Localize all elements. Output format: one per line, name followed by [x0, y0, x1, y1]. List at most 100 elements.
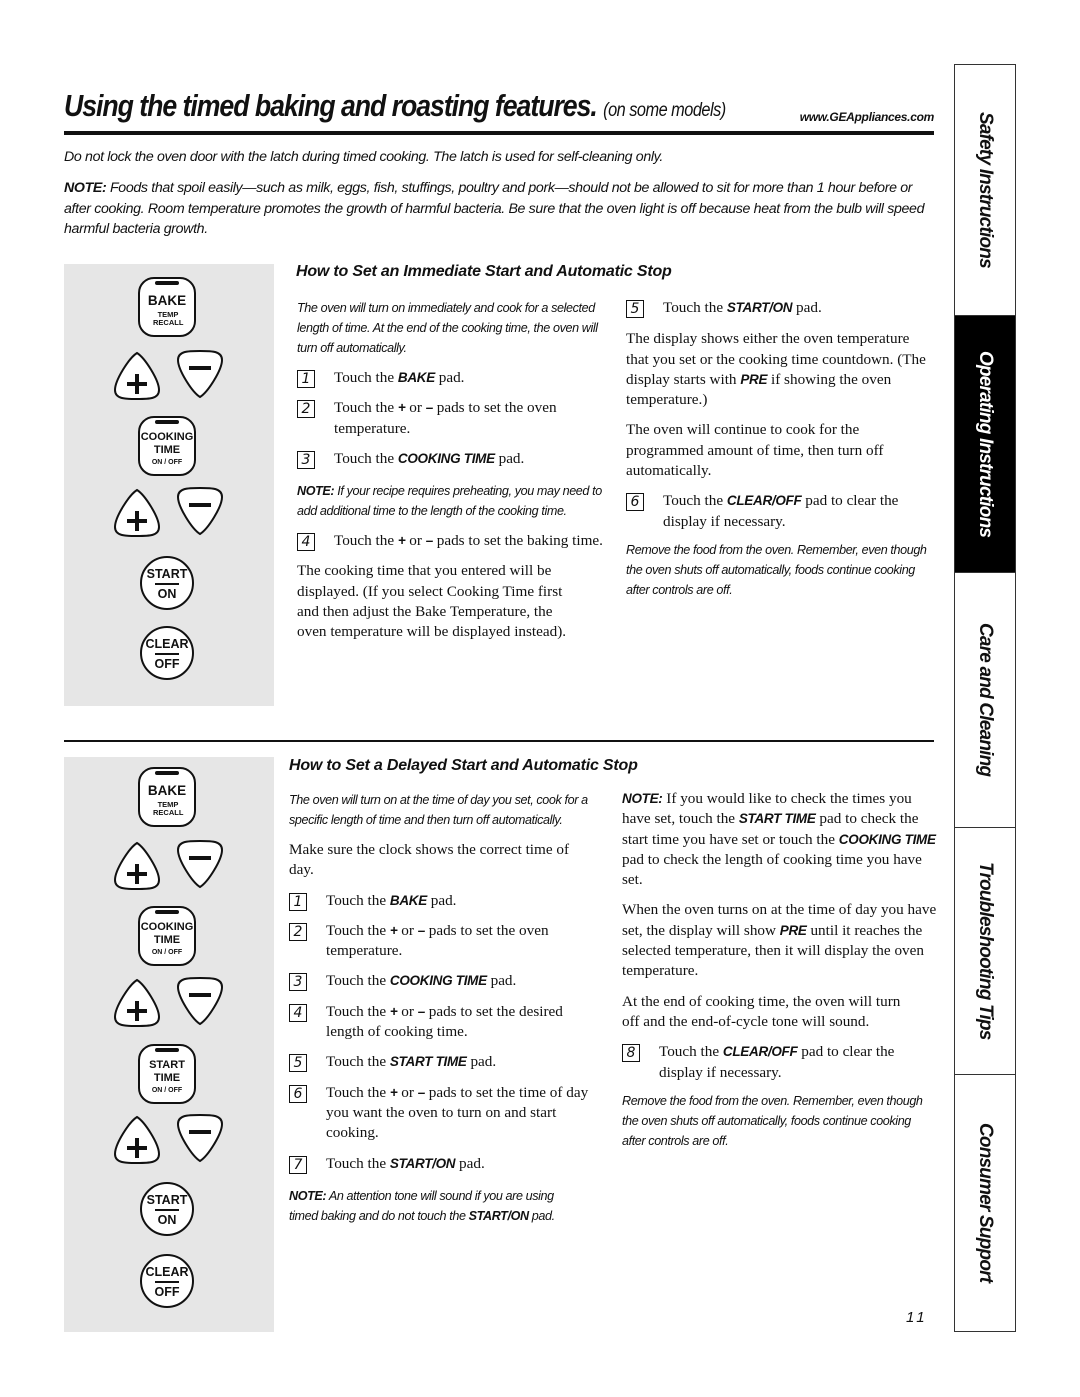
step-number: 6 — [289, 1084, 307, 1103]
cooking-time-key-label: COOKING TIME — [140, 921, 194, 946]
page-number: 11 — [906, 1309, 928, 1326]
section2-clock-text: Make sure the clock shows the correct ti… — [289, 841, 570, 879]
start-on-key[interactable]: START ON — [140, 1182, 194, 1236]
page-title: Using the timed baking and roasting feat… — [64, 88, 726, 124]
tab-label: Operating Instructions — [975, 350, 996, 538]
key-divider — [155, 653, 179, 655]
step-6: 6 Touch the + or – pads to set the time o… — [289, 1083, 604, 1144]
minus-key[interactable] — [174, 348, 226, 400]
tab-label: Troubleshooting Tips — [975, 862, 996, 1040]
latch-warning: Do not lock the oven door with the latch… — [64, 149, 663, 165]
note-label: NOTE: — [64, 180, 107, 196]
tab-care-and-cleaning[interactable]: Care and Cleaning — [955, 573, 1015, 828]
step-5: 5 Touch the START TIME pad. — [289, 1052, 604, 1073]
page-header: Using the timed baking and roasting feat… — [64, 88, 934, 130]
section2-turn-on-text: When the oven turns on at the time of da… — [622, 901, 937, 980]
step-1: 1 Touch the BAKE pad. — [297, 368, 607, 388]
tab-label: Care and Cleaning — [975, 623, 996, 777]
bake-key[interactable]: BAKE TEMP RECALL — [138, 277, 196, 337]
step-7: 7 Touch the START/ON pad. — [289, 1154, 604, 1174]
plus-key[interactable] — [111, 350, 163, 402]
section2-remove-food: Remove the food from the oven. Remember,… — [622, 1093, 923, 1148]
section2-attention-note: NOTE: An attention tone will sound if yo… — [289, 1188, 555, 1223]
cooking-time-key-label: COOKING TIME — [140, 431, 194, 456]
keypad-illustration-delayed: BAKE TEMP RECALL COOKING TIME ON / OFF ST… — [64, 757, 274, 1332]
step-8: 8 Touch the CLEAR/OFF pad to clear the di… — [622, 1042, 937, 1083]
tab-consumer-support[interactable]: Consumer Support — [955, 1075, 1015, 1330]
plus-key[interactable] — [111, 487, 163, 539]
section1-continue-text: The oven will continue to cook for the p… — [626, 421, 884, 480]
cooking-time-key[interactable]: COOKING TIME ON / OFF — [138, 416, 196, 476]
website-link[interactable]: www.GEAppliances.com — [800, 110, 935, 124]
section1-preheat-note: NOTE: If your recipe requires preheating… — [297, 484, 602, 519]
plus-icon — [113, 1115, 161, 1164]
tab-operating-instructions[interactable]: Operating Instructions — [955, 316, 1015, 573]
plus-key[interactable] — [111, 1114, 163, 1166]
keypad-illustration-immediate: BAKE TEMP RECALL COOKING TIME ON / OFF ST… — [64, 264, 274, 706]
start-on-key[interactable]: START ON — [140, 556, 194, 610]
section1-right-column: 5 Touch the START/ON pad. The display sho… — [626, 298, 931, 600]
indicator-bar — [155, 771, 179, 775]
tab-label: Safety Instructions — [975, 112, 996, 268]
section-heading-delayed-start: How to Set a Delayed Start and Automatic… — [289, 757, 638, 774]
minus-icon — [176, 840, 224, 889]
step-6: 6 Touch the CLEAR/OFF pad to clear the di… — [626, 491, 931, 532]
step-1: 1 Touch the BAKE pad. — [289, 891, 604, 911]
section2-check-times-note: NOTE: If you would like to check the tim… — [622, 790, 936, 889]
step-5: 5 Touch the START/ON pad. — [626, 298, 931, 318]
start-on-key-top: START — [146, 567, 188, 581]
bake-key[interactable]: BAKE TEMP RECALL — [138, 767, 196, 827]
indicator-bar — [155, 910, 179, 914]
bake-key-sublabel: TEMP RECALL — [153, 310, 184, 327]
minus-key[interactable] — [174, 485, 226, 537]
step-4: 4 Touch the + or – pads to set the desire… — [289, 1002, 604, 1043]
section-heading-immediate-start: How to Set an Immediate Start and Automa… — [296, 263, 672, 280]
indicator-bar — [155, 420, 179, 424]
start-on-key-bottom: ON — [157, 1213, 177, 1227]
start-time-key[interactable]: START TIME ON / OFF — [138, 1044, 196, 1104]
indicator-bar — [155, 1048, 179, 1052]
step-3: 3 Touch the COOKING TIME pad. — [289, 971, 604, 992]
plus-key[interactable] — [111, 977, 163, 1029]
step-number: 3 — [297, 450, 315, 469]
food-safety-note: NOTE: Foods that spoil easily—such as mi… — [64, 178, 934, 240]
section2-right-column: NOTE: If you would like to check the tim… — [622, 789, 937, 1151]
key-divider — [155, 1209, 179, 1211]
minus-key[interactable] — [174, 1112, 226, 1164]
step-number: 2 — [289, 922, 307, 941]
step-number: 3 — [289, 973, 307, 992]
bake-key-label: BAKE — [147, 293, 187, 308]
section2-end-text: At the end of cooking time, the oven wil… — [622, 992, 901, 1030]
tab-safety-instructions[interactable]: Safety Instructions — [955, 65, 1015, 316]
plus-icon — [113, 351, 161, 400]
step-number: 4 — [289, 1003, 307, 1022]
section-divider — [64, 740, 934, 742]
start-time-key-label: START TIME — [149, 1059, 185, 1084]
step-number: 4 — [297, 533, 315, 552]
section1-remove-food: Remove the food from the oven. Remember,… — [626, 542, 927, 597]
minus-icon — [176, 1114, 224, 1163]
plus-key[interactable] — [111, 840, 163, 892]
clear-off-key[interactable]: CLEAR OFF — [140, 626, 194, 680]
minus-key[interactable] — [174, 838, 226, 890]
clear-off-key-bottom: OFF — [154, 657, 180, 671]
start-on-key-top: START — [146, 1193, 188, 1207]
bake-key-label: BAKE — [147, 783, 187, 798]
title-divider — [64, 131, 934, 135]
tab-troubleshooting-tips[interactable]: Troubleshooting Tips — [955, 828, 1015, 1075]
section1-display-text: The display shows either the oven temper… — [626, 330, 926, 409]
step-3: 3 Touch the COOKING TIME pad. — [297, 449, 607, 469]
step-4: 4 Touch the + or – pads to set the baking… — [297, 531, 607, 552]
clear-off-key[interactable]: CLEAR OFF — [140, 1254, 194, 1308]
page-title-text: Using the timed baking and roasting feat… — [64, 88, 598, 123]
clear-off-key-top: CLEAR — [145, 637, 189, 651]
indicator-bar — [155, 281, 179, 285]
plus-icon — [113, 841, 161, 890]
cooking-time-key[interactable]: COOKING TIME ON / OFF — [138, 906, 196, 966]
page-title-qualifier: (on some models) — [603, 100, 726, 121]
start-time-key-sublabel: ON / OFF — [151, 1087, 183, 1094]
plus-icon — [113, 978, 161, 1027]
step-number: 1 — [289, 892, 307, 911]
step-number: 6 — [626, 493, 644, 512]
minus-key[interactable] — [174, 975, 226, 1027]
